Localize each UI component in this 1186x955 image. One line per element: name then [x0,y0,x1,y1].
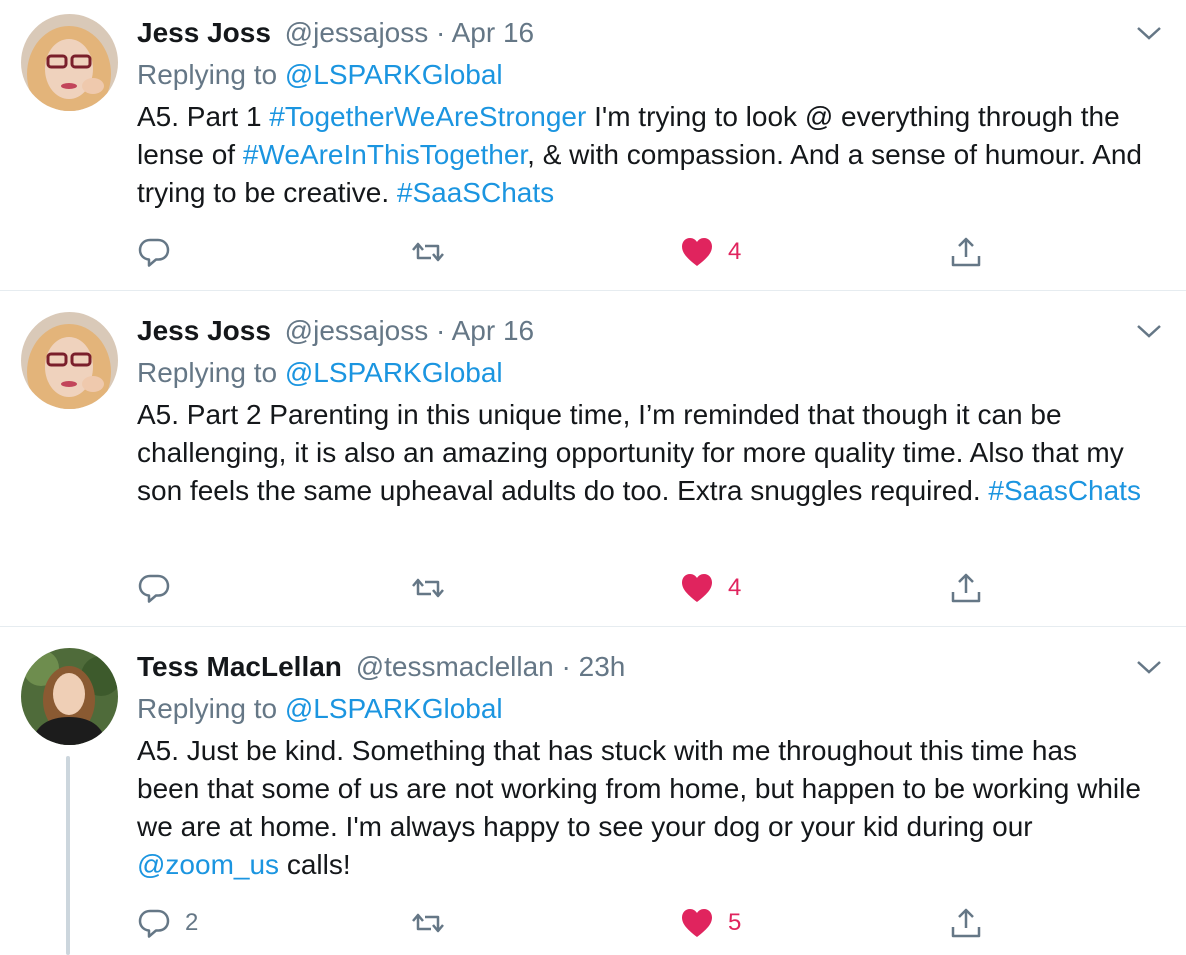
tweet-text-segment: A5. Part 1 [137,101,270,132]
hashtag-link[interactable]: #WeAreInThisTogether [243,139,527,170]
heart-icon [682,238,712,266]
share-button[interactable] [949,232,983,272]
chevron-down-icon[interactable] [1134,22,1164,44]
avatar[interactable] [21,14,118,111]
replying-to: Replying to @LSPARKGlobal [137,58,503,92]
display-name[interactable]: Jess Joss [137,315,271,346]
mention-link[interactable]: @LSPARKGlobal [285,693,503,724]
reply-button[interactable]: 2 [137,903,198,943]
reply-icon [138,574,170,603]
user-handle[interactable]: @jessajoss [285,315,429,346]
tweet-actions: 2 5 [137,903,1017,943]
tweet-header: Tess MacLellan @tessmaclellan · 23h [137,650,625,684]
tweet-text-segment: A5. Just be kind. Something that has stu… [137,735,1141,842]
replying-to: Replying to @LSPARKGlobal [137,692,503,726]
replying-prefix: Replying to [137,357,278,388]
separator: · [436,17,446,48]
share-icon [951,573,981,603]
reply-button[interactable] [137,232,185,272]
separator: · [561,651,571,682]
display-name[interactable]: Tess MacLellan [137,651,342,682]
display-name[interactable]: Jess Joss [137,17,271,48]
hashtag-link[interactable]: #SaaSChats [397,177,554,208]
hashtag-link[interactable]: #TogetherWeAreStronger [269,101,586,132]
tweet-actions: 4 [137,568,1017,608]
tweet-header: Jess Joss @jessajoss · Apr 16 [137,16,534,50]
retweet-button[interactable] [411,903,459,943]
tweet-text: A5. Just be kind. Something that has stu… [137,732,1147,884]
like-button[interactable]: 4 [680,232,741,272]
timestamp[interactable]: Apr 16 [452,315,535,346]
tweet[interactable]: Jess Joss @jessajoss · Apr 16 Replying t… [0,0,1186,291]
retweet-icon [412,578,444,598]
replying-prefix: Replying to [137,59,278,90]
like-count: 4 [728,238,742,265]
timestamp[interactable]: Apr 16 [452,17,535,48]
like-count: 5 [728,909,742,936]
like-button[interactable]: 5 [680,903,741,943]
share-icon [951,237,981,267]
share-button[interactable] [949,568,983,608]
tweet-text: A5. Part 1 #TogetherWeAreStronger I'm tr… [137,98,1147,212]
avatar[interactable] [21,312,118,409]
mention-link[interactable]: @LSPARKGlobal [285,357,503,388]
like-button[interactable]: 4 [680,568,741,608]
user-handle[interactable]: @tessmaclellan [356,651,554,682]
share-button[interactable] [949,903,983,943]
tweet[interactable]: Jess Joss @jessajoss · Apr 16 Replying t… [0,292,1186,627]
mention-link[interactable]: @zoom_us [137,849,279,880]
separator: · [436,315,446,346]
reply-count: 2 [185,909,199,936]
mention-link[interactable]: @LSPARKGlobal [285,59,503,90]
reply-icon [138,909,170,938]
hashtag-link[interactable]: #SaasChats [988,475,1141,506]
tweet[interactable]: Tess MacLellan @tessmaclellan · 23h Repl… [0,628,1186,955]
heart-icon [682,574,712,602]
tweet-text: A5. Part 2 Parenting in this unique time… [137,396,1147,510]
tweet-header: Jess Joss @jessajoss · Apr 16 [137,314,534,348]
replying-to: Replying to @LSPARKGlobal [137,356,503,390]
retweet-icon [412,913,444,933]
tweet-actions: 4 [137,232,1017,272]
replying-prefix: Replying to [137,693,278,724]
retweet-button[interactable] [411,568,459,608]
thread-connector [66,756,70,955]
avatar[interactable] [21,648,118,745]
chevron-down-icon[interactable] [1134,320,1164,342]
retweet-button[interactable] [411,232,459,272]
heart-icon [682,909,712,937]
chevron-down-icon[interactable] [1134,656,1164,678]
tweet-text-segment: A5. Part 2 Parenting in this unique time… [137,399,1124,506]
share-icon [951,908,981,938]
reply-button[interactable] [137,568,185,608]
timestamp[interactable]: 23h [579,651,626,682]
like-count: 4 [728,574,742,601]
tweet-text-segment: calls! [279,849,351,880]
retweet-icon [412,242,444,262]
user-handle[interactable]: @jessajoss [285,17,429,48]
reply-icon [138,238,170,267]
